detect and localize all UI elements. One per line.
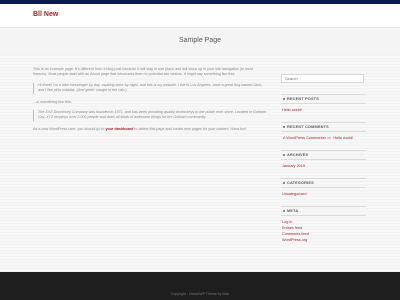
site-footer: Copyright - OceanWP Theme by Nick xyxy=(0,272,400,300)
widget-title: RECENT POSTS xyxy=(281,94,366,104)
widget-title: RECENT COMMENTS xyxy=(281,122,366,132)
widget-categories: CATEGORIES Uncategorized xyxy=(281,178,366,197)
widget-title: CATEGORIES xyxy=(281,178,366,188)
recent-post-link[interactable]: Hello world! xyxy=(281,107,366,113)
widget-archives: ARCHIVES January 2019 xyxy=(281,150,366,169)
widget-recent-comments: RECENT COMMENTS A WordPress Commenter on… xyxy=(281,122,366,141)
widget-title-text: CATEGORIES xyxy=(287,181,314,185)
page-header: Sample Page xyxy=(0,27,400,56)
widget-title-text: RECENT POSTS xyxy=(287,97,319,101)
widget-meta: META Log in Entries feed Comments feed W… xyxy=(281,206,366,243)
sidebar: RECENT POSTS Hello world! RECENT COMMENT… xyxy=(281,67,366,252)
widget-recent-posts: RECENT POSTS Hello world! xyxy=(281,94,366,113)
widget-title-text: RECENT COMMENTS xyxy=(287,125,329,129)
dashboard-link[interactable]: your dashboard xyxy=(106,127,134,131)
widget-title: ARCHIVES xyxy=(281,150,366,160)
site-title-link[interactable]: Bll New xyxy=(33,11,58,18)
outro-paragraph: As a new WordPress user, you should go t… xyxy=(33,127,268,132)
recent-comment-item: A WordPress Commenter on Hello world! xyxy=(281,135,366,141)
square-bullet-icon xyxy=(283,210,285,212)
widget-title: META xyxy=(281,206,366,216)
comment-author-link[interactable]: A WordPress Commenter xyxy=(282,136,326,140)
search-input[interactable] xyxy=(281,74,364,83)
archive-link[interactable]: January 2019 xyxy=(281,163,366,169)
outro-text-after: to delete this page and create new pages… xyxy=(133,126,247,131)
category-link[interactable]: Uncategorized xyxy=(281,191,366,197)
square-bullet-icon xyxy=(283,182,285,184)
meta-wordpress-org-link[interactable]: WordPress.org xyxy=(281,237,366,243)
widget-title-text: ARCHIVES xyxy=(287,153,309,157)
intro-paragraph: This is an example page. It's different … xyxy=(33,67,253,77)
middle-paragraph: ...or something like this: xyxy=(33,99,72,104)
page-content: This is an example page. It's different … xyxy=(33,67,268,137)
main-area: This is an example page. It's different … xyxy=(0,55,400,272)
site-header: Bll New xyxy=(0,4,400,27)
outro-text-before: As a new WordPress user, you should go t… xyxy=(33,126,106,131)
square-bullet-icon xyxy=(283,154,285,156)
quote-company: The XYZ Doohickey Company was founded in… xyxy=(33,110,268,121)
quote-text: Hi there! I'm a bike messenger by day, a… xyxy=(38,82,263,93)
square-bullet-icon xyxy=(283,98,285,100)
quote-bike-messenger: Hi there! I'm a bike messenger by day, a… xyxy=(33,82,268,94)
square-bullet-icon xyxy=(283,126,285,128)
comment-post-link[interactable]: Hello world! xyxy=(332,136,353,140)
footer-copyright: Copyright - OceanWP Theme by Nick xyxy=(170,292,230,296)
page-title: Sample Page xyxy=(178,37,222,44)
quote-text: The XYZ Doohickey Company was founded in… xyxy=(38,110,267,120)
widget-title-text: META xyxy=(287,209,299,213)
